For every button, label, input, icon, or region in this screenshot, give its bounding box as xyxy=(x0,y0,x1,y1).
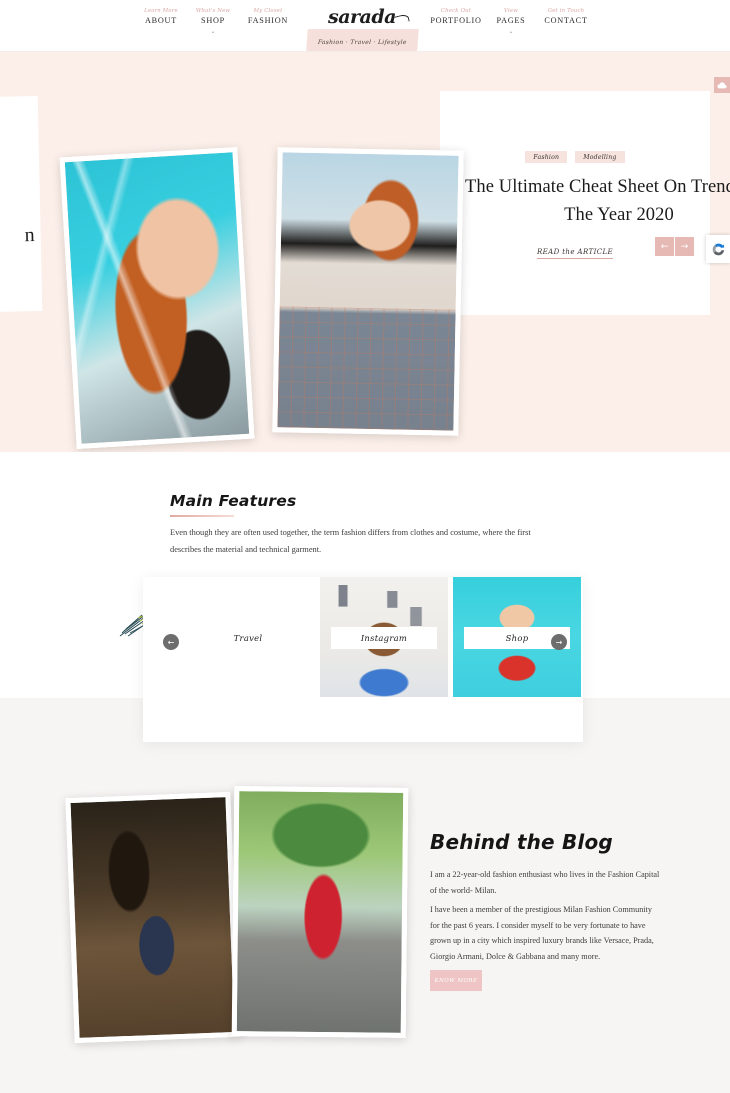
nav-subtitle: Learn More xyxy=(144,8,178,14)
know-more-label: KNOW MORE xyxy=(434,977,478,984)
features-heading: Main Features xyxy=(170,492,297,510)
feature-card-instagram-label-box[interactable]: Instagram xyxy=(331,627,437,649)
cloud-glyph xyxy=(717,81,727,88)
hero-photo-left xyxy=(59,146,255,450)
site-header: Learn More ABOUT What's New SHOP ⌄ My Cl… xyxy=(0,0,730,52)
feature-card-travel-label-box[interactable]: Travel xyxy=(195,627,301,649)
hero-next-button[interactable]: → xyxy=(675,237,694,256)
feature-card-label: Shop xyxy=(505,633,529,643)
nav-label: SHOP xyxy=(201,16,225,25)
nav-subtitle: My Closet xyxy=(253,8,283,14)
feature-card-label: Travel xyxy=(233,633,263,643)
nav-item-fashion[interactable]: My Closet FASHION xyxy=(239,7,297,27)
blog-paragraph-1: I am a 22-year-old fashion enthusiast wh… xyxy=(430,870,660,895)
nav-label: FASHION xyxy=(247,16,289,25)
blog-photo-left xyxy=(65,791,240,1044)
nav-item-shop[interactable]: What's New SHOP ⌄ xyxy=(187,7,239,36)
hero-slider: n Fashion Modelling The Ultimate Cheat S… xyxy=(0,52,730,452)
page-root: Learn More ABOUT What's New SHOP ⌄ My Cl… xyxy=(0,0,730,1093)
recaptcha-icon xyxy=(712,243,724,255)
feature-cards-carousel: Travel Instagram Shop xyxy=(143,577,583,742)
nav-subtitle: Get in Touch xyxy=(547,8,585,14)
nav-label: PAGES xyxy=(496,16,526,25)
nav-subtitle: Check Out xyxy=(440,8,472,14)
feature-card-label: Instagram xyxy=(360,633,408,643)
nav-item-portfolio[interactable]: Check Out PORTFOLIO xyxy=(427,7,485,27)
site-logo[interactable]: sarada Fashion · Travel · Lifestyle xyxy=(303,7,421,51)
hero-slide-content: Fashion Modelling The Ultimate Cheat She… xyxy=(440,91,730,315)
cloud-icon[interactable] xyxy=(714,77,730,93)
hero-photo-left-image xyxy=(64,152,250,444)
feature-card-instagram[interactable]: Instagram xyxy=(320,577,448,697)
nav-item-about[interactable]: Learn More ABOUT xyxy=(135,7,187,27)
nav-label: PORTFOLIO xyxy=(430,16,482,25)
logo-tagline: Fashion · Travel · Lifestyle xyxy=(317,38,407,46)
chevron-down-icon[interactable]: ⌄ xyxy=(187,28,239,36)
features-description: Even though they are often used together… xyxy=(170,528,531,554)
logo-wordmark: sarada xyxy=(328,6,396,28)
logo-tagline-badge: Fashion · Travel · Lifestyle xyxy=(305,29,419,51)
hero-slider-controls: ← → xyxy=(655,237,695,256)
nav-label: ABOUT xyxy=(145,16,177,25)
nav-subtitle: What's New xyxy=(195,8,231,14)
chevron-down-icon[interactable]: ⌄ xyxy=(485,28,537,36)
feature-card-travel[interactable]: Travel xyxy=(184,577,312,697)
blog-photo-right xyxy=(231,786,409,1038)
nav-subtitle: View xyxy=(504,8,518,14)
main-navigation: Learn More ABOUT What's New SHOP ⌄ My Cl… xyxy=(0,7,730,51)
hero-tag-fashion[interactable]: Fashion xyxy=(525,151,568,163)
hero-tag-modelling[interactable]: Modelling xyxy=(575,151,625,163)
blog-heading: Behind the Blog xyxy=(430,830,613,854)
know-more-button[interactable]: KNOW MORE xyxy=(430,970,482,991)
hero-photo-right-image xyxy=(277,152,459,431)
recaptcha-badge[interactable] xyxy=(706,235,730,263)
feature-carousel-prev-button[interactable]: ← xyxy=(163,634,179,650)
blog-photo-left-image xyxy=(70,797,235,1038)
hero-previous-slide-text: n xyxy=(24,224,35,247)
hero-title: The Ultimate Cheat Sheet On Trends For T… xyxy=(465,177,730,225)
feature-carousel-next-button[interactable]: → xyxy=(551,634,567,650)
nav-item-contact[interactable]: Get in Touch CONTACT xyxy=(537,7,595,27)
nav-label: CONTACT xyxy=(544,16,588,25)
hero-tag-list: Fashion Modelling xyxy=(440,151,710,163)
read-article-link[interactable]: READ the ARTICLE xyxy=(536,248,614,259)
hero-photo-right xyxy=(272,147,464,436)
hero-previous-slide-fragment: n xyxy=(0,95,43,314)
nav-item-pages[interactable]: View PAGES ⌄ xyxy=(485,7,537,36)
hero-prev-button[interactable]: ← xyxy=(655,237,674,256)
blog-photo-right-image xyxy=(236,791,404,1033)
features-heading-underline xyxy=(170,515,234,517)
blog-paragraph-2: I have been a member of the prestigious … xyxy=(430,905,654,961)
